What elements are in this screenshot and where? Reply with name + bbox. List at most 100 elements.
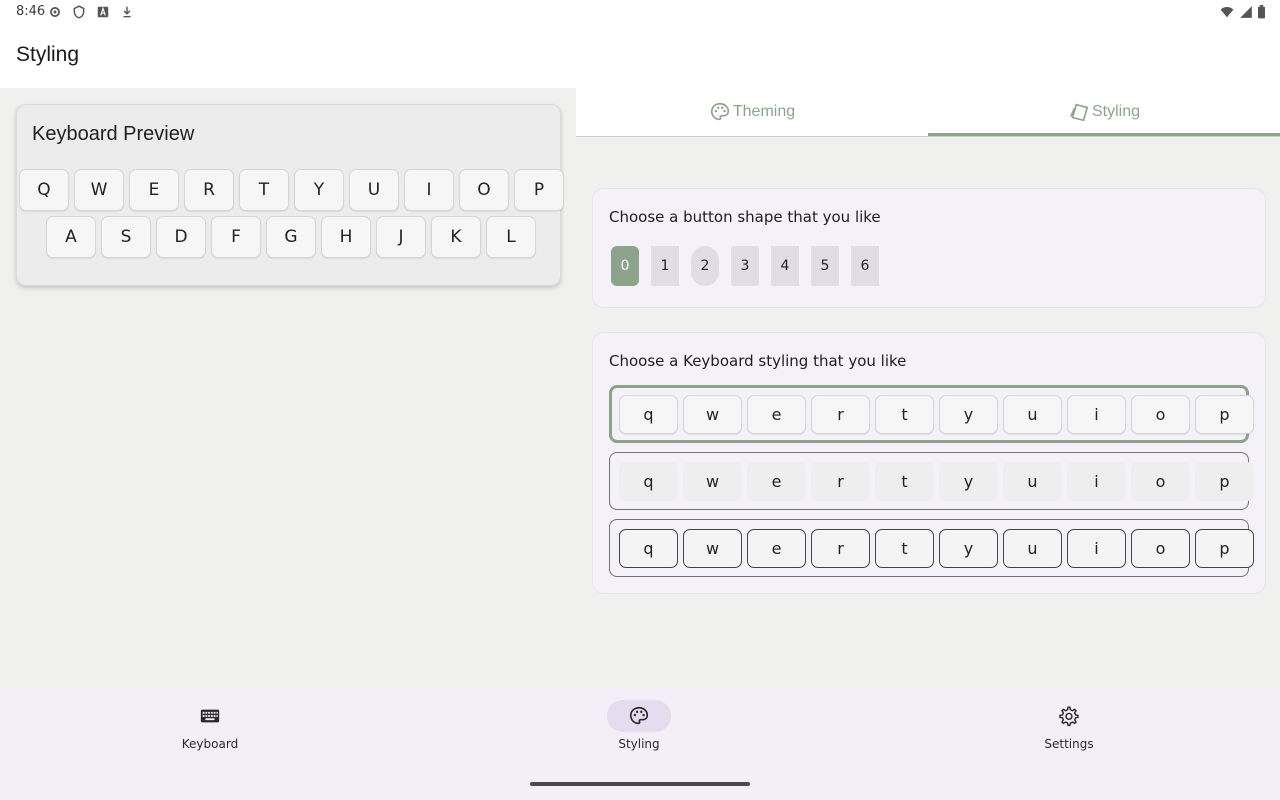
tab-selected-indicator [928,133,1280,136]
preview-key[interactable]: K [431,216,481,258]
preview-key[interactable]: W [74,169,124,211]
styling-key: o [1131,462,1190,501]
preview-key[interactable]: D [156,216,206,258]
styling-key: y [939,395,998,434]
shape-option-1[interactable]: 1 [651,246,679,286]
styling-key: u [1003,395,1062,434]
styling-key: u [1003,529,1062,568]
styling-key: w [683,462,742,501]
shape-option-6[interactable]: 6 [851,246,879,286]
shape-option-4[interactable]: 4 [771,246,799,286]
gear-icon [1059,706,1079,727]
nav-pill-active [607,700,671,732]
keyboard-preview-card: Keyboard Preview Q W E R T Y U I O P A S… [16,104,564,286]
button-shape-card: Choose a button shape that you like 0 1 … [592,188,1266,308]
styling-key: i [1067,395,1126,434]
styling-key: q [619,462,678,501]
preview-key-row-2: A S D F G H J K L [46,216,536,258]
home-indicator[interactable] [530,782,750,786]
keyboard-preview-title: Keyboard Preview [32,123,195,145]
preview-key-row-1: Q W E R T Y U I O P [19,169,564,211]
styling-key: q [619,395,678,434]
preview-key[interactable]: O [459,169,509,211]
styling-key: e [747,395,806,434]
shape-option-0[interactable]: 0 [611,246,639,286]
nav-pill [1037,700,1101,732]
palette-icon [710,102,729,121]
styling-option-3[interactable]: q w e r t y u i o p [609,519,1254,577]
tab-theming[interactable]: Theming [576,88,928,136]
text-status-icon [97,6,109,18]
preview-key[interactable]: A [46,216,96,258]
styling-key: p [1195,462,1254,501]
bottom-navigation: Keyboard Styling Settings [0,688,1280,800]
preview-key[interactable]: G [266,216,316,258]
styling-key: y [939,462,998,501]
keyboard-icon [200,709,220,723]
preview-key[interactable]: Y [294,169,344,211]
shapes-icon [1069,103,1089,122]
nav-label-styling: Styling [618,737,660,751]
preview-key[interactable]: F [211,216,261,258]
settings-status-icon [50,7,60,17]
nav-item-styling[interactable]: Styling [569,700,709,751]
styling-key: y [939,529,998,568]
wifi-icon [1220,7,1234,18]
preview-key[interactable]: L [486,216,536,258]
preview-key[interactable]: S [101,216,151,258]
styling-pane: Theming Styling Choose a button shape th… [576,88,1280,688]
tab-styling-label: Styling [1091,103,1141,120]
preview-key[interactable]: P [514,169,564,211]
styling-key: t [875,395,934,434]
status-notification-icons [48,5,134,19]
status-bar: 8:46 [0,0,1280,24]
styling-key: u [1003,462,1062,501]
styling-key: r [811,395,870,434]
keyboard-styling-card: Choose a Keyboard styling that you like … [592,332,1266,594]
preview-key[interactable]: Q [19,169,69,211]
status-time: 8:46 [16,4,46,19]
preview-key[interactable]: T [239,169,289,211]
nav-pill [178,700,242,732]
button-shape-title: Choose a button shape that you like [609,208,881,226]
status-system-icons [1219,5,1266,19]
shape-option-2[interactable]: 2 [691,246,719,286]
tab-bar: Theming Styling [576,88,1280,137]
preview-key[interactable]: E [129,169,179,211]
tab-styling[interactable]: Styling [928,88,1280,136]
battery-icon [1258,5,1265,19]
styling-key: r [811,462,870,501]
preview-key[interactable]: J [376,216,426,258]
styling-key: w [683,395,742,434]
styling-option-keys: q w e r t y u i o p [619,529,1254,568]
shape-option-5[interactable]: 5 [811,246,839,286]
styling-key: t [875,529,934,568]
button-shape-options: 0 1 2 3 4 5 6 [611,246,879,286]
styling-key: i [1067,462,1126,501]
styling-key: o [1131,395,1190,434]
shape-option-3[interactable]: 3 [731,246,759,286]
nav-label-settings: Settings [1044,737,1094,751]
shield-status-icon [73,5,85,19]
page-title: Styling [16,43,80,66]
keyboard-styling-title: Choose a Keyboard styling that you like [609,352,907,370]
preview-key[interactable]: R [184,169,234,211]
download-status-icon [123,6,131,18]
styling-key: e [747,462,806,501]
styling-option-2[interactable]: q w e r t y u i o p [609,452,1254,510]
preview-key[interactable]: U [349,169,399,211]
styling-option-keys: q w e r t y u i o p [619,462,1254,501]
preview-key[interactable]: I [404,169,454,211]
styling-option-1[interactable]: q w e r t y u i o p [609,385,1254,443]
styling-key: e [747,529,806,568]
styling-option-keys: q w e r t y u i o p [619,395,1254,434]
tab-theming-label: Theming [732,103,796,120]
styling-key: t [875,462,934,501]
styling-key: w [683,529,742,568]
palette-icon [629,706,649,725]
nav-item-keyboard[interactable]: Keyboard [140,700,280,751]
nav-item-settings[interactable]: Settings [999,700,1139,751]
preview-key[interactable]: H [321,216,371,258]
styling-key: r [811,529,870,568]
nav-label-keyboard: Keyboard [181,737,239,751]
